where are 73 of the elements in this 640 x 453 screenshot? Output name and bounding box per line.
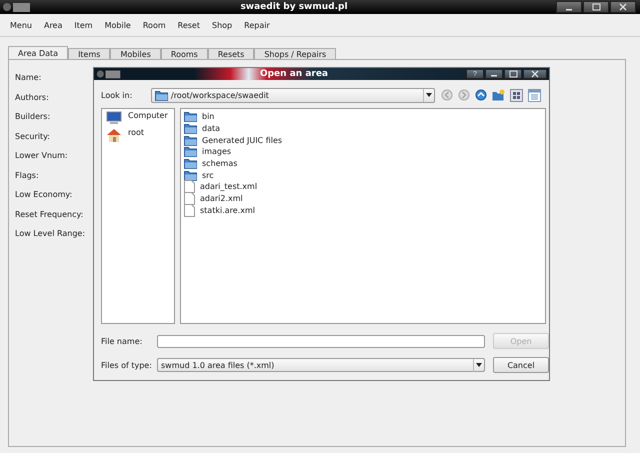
close-button[interactable] [610, 1, 636, 13]
file-type-label: Files of type: [101, 360, 149, 370]
menu-item[interactable]: Room [136, 20, 172, 30]
menu-item[interactable]: Repair [238, 20, 276, 30]
close-button[interactable] [523, 69, 547, 79]
window-title: swaedit by swmud.pl [239, 2, 349, 12]
field-label: Lower Vnum: [15, 151, 69, 160]
field-label: Authors: [15, 92, 50, 102]
file-item[interactable]: Generated JUIC files [202, 136, 282, 145]
menu-item[interactable]: Shop [206, 20, 238, 30]
up-icon[interactable] [475, 89, 487, 101]
cancel-button[interactable]: Cancel [493, 357, 549, 373]
maximize-icon [592, 3, 600, 11]
tab[interactable]: Area Data [8, 46, 68, 59]
list-view-icon[interactable] [510, 88, 523, 102]
maximize-button[interactable] [583, 1, 609, 13]
place-item[interactable]: root [128, 128, 144, 137]
menu-item[interactable]: Mobile [98, 20, 137, 30]
file-item[interactable]: schemas [202, 159, 238, 168]
folder-icon [184, 146, 197, 158]
folder-icon [184, 158, 197, 170]
file-item[interactable]: src [202, 170, 214, 180]
minimize-button[interactable] [556, 1, 582, 13]
folder-icon [155, 90, 168, 100]
field-label: Builders: [15, 112, 52, 122]
menu-item[interactable]: Menu [4, 20, 38, 30]
file-item[interactable]: bin [202, 112, 214, 122]
new-folder-icon[interactable] [492, 89, 505, 101]
detail-view-icon[interactable] [528, 88, 541, 102]
file-icon [184, 180, 195, 194]
window-icon [2, 1, 32, 13]
file-item[interactable]: data [202, 124, 220, 134]
file-item[interactable]: statki.are.xml [200, 206, 255, 215]
file-icon [184, 204, 195, 217]
computer-icon [106, 111, 122, 125]
tab[interactable]: Shops / Repairs [254, 48, 336, 59]
folder-icon [184, 170, 197, 181]
folder-icon [184, 123, 197, 134]
close-icon [619, 3, 627, 11]
minimize-button[interactable] [485, 69, 503, 79]
close-icon [531, 70, 539, 78]
folder-icon [184, 111, 197, 122]
field-label: Flags: [15, 170, 40, 180]
menu-item[interactable]: Reset [172, 20, 206, 30]
menu-item[interactable]: Item [68, 20, 99, 30]
house-icon [106, 128, 122, 143]
file-item[interactable]: adari2.xml [200, 194, 243, 204]
field-label: Security: [15, 132, 51, 141]
maximize-icon [508, 70, 518, 78]
look-in-combo[interactable]: /root/workspace/swaedit [151, 88, 435, 102]
tab[interactable]: Resets [208, 48, 254, 59]
dialog-title: Open an area [258, 69, 330, 79]
file-name-label: File name: [101, 336, 144, 346]
file-item[interactable]: images [202, 147, 232, 156]
look-in-label: Look in: [101, 90, 134, 100]
caret-icon [426, 93, 432, 97]
tab[interactable]: Items [68, 48, 110, 59]
field-label: Low Level Range: [15, 229, 86, 238]
tab[interactable]: Rooms [160, 48, 208, 59]
caret-icon [476, 363, 482, 367]
field-label: Low Economy: [15, 190, 74, 200]
field-label: Reset Frequency: [15, 210, 84, 219]
folder-icon [184, 134, 197, 146]
field-label: Name: [15, 73, 42, 82]
maximize-button[interactable] [504, 69, 522, 79]
window-icon [96, 68, 122, 80]
file-item[interactable]: adari_test.xml [200, 182, 258, 192]
tab[interactable]: Mobiles [110, 48, 161, 59]
file-name-field[interactable] [157, 334, 485, 348]
menu-item[interactable]: Area [38, 20, 68, 30]
file-type-combo[interactable]: swmud 1.0 area files (*.xml) [157, 358, 485, 372]
file-icon [184, 192, 195, 206]
place-item[interactable]: Computer [128, 111, 168, 120]
